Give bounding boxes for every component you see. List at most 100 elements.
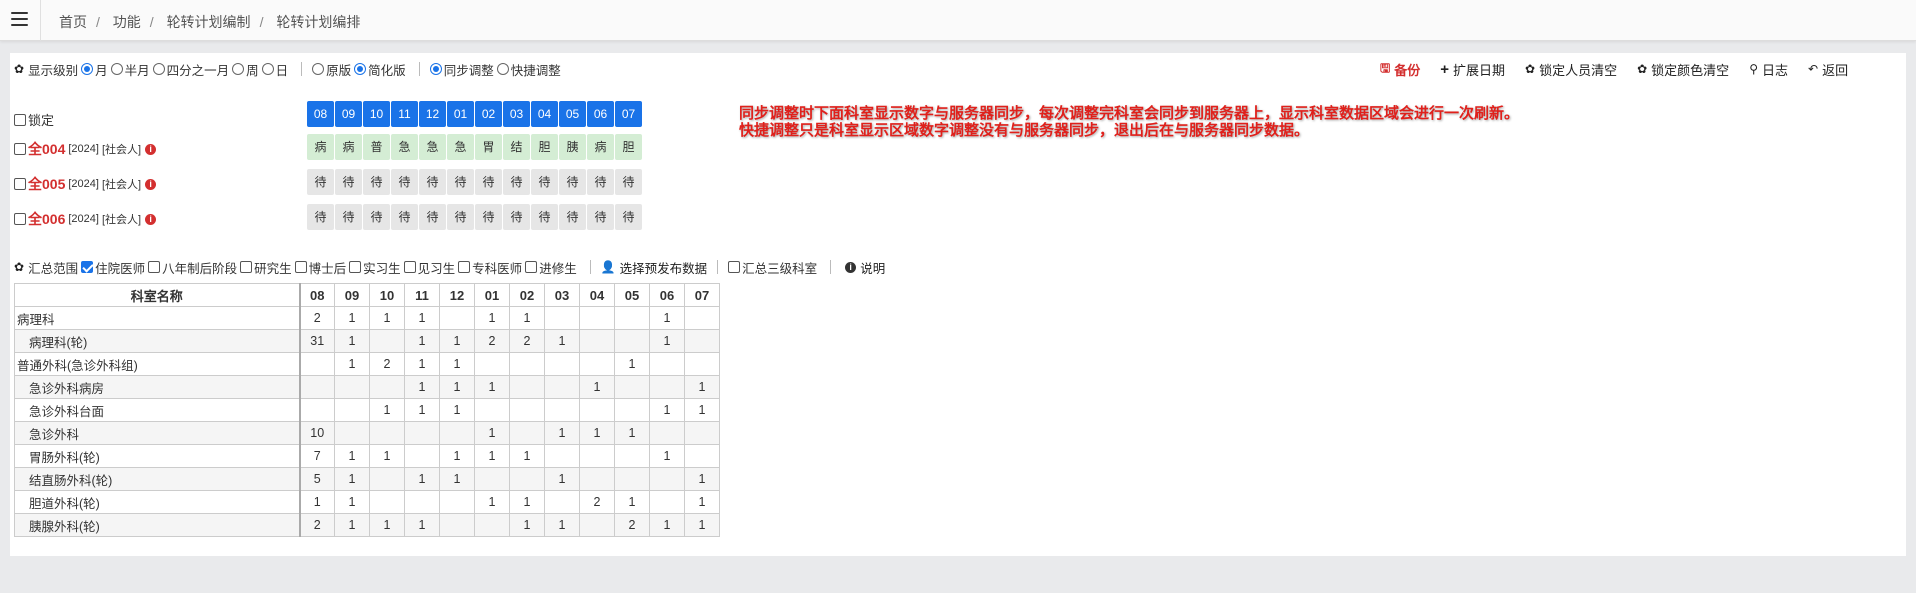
count-cell[interactable] — [369, 375, 405, 399]
count-cell[interactable] — [649, 352, 685, 376]
count-cell[interactable]: 1 — [439, 467, 475, 491]
count-cell[interactable]: 1 — [474, 375, 510, 399]
count-cell[interactable] — [334, 375, 370, 399]
count-cell[interactable] — [579, 467, 615, 491]
count-cell[interactable] — [439, 490, 475, 514]
schedule-cell[interactable]: 待 — [447, 169, 474, 195]
count-cell[interactable]: 1 — [369, 513, 405, 537]
count-cell[interactable] — [614, 329, 650, 353]
schedule-cell[interactable]: 待 — [559, 204, 586, 230]
hamburger-menu-icon[interactable] — [11, 12, 28, 26]
filter-checkbox-specialist[interactable] — [458, 261, 471, 273]
count-cell[interactable] — [649, 467, 685, 491]
schedule-cell[interactable]: 胆 — [531, 134, 558, 160]
count-cell[interactable]: 1 — [404, 352, 440, 376]
count-cell[interactable]: 1 — [509, 490, 545, 514]
schedule-cell[interactable]: 待 — [559, 169, 586, 195]
count-cell[interactable]: 1 — [334, 490, 370, 514]
count-cell[interactable] — [404, 421, 440, 445]
count-cell[interactable]: 1 — [439, 444, 475, 468]
schedule-cell[interactable]: 待 — [307, 204, 334, 230]
count-cell[interactable] — [544, 444, 580, 468]
count-cell[interactable]: 1 — [404, 306, 440, 330]
count-cell[interactable] — [509, 421, 545, 445]
count-cell[interactable] — [509, 467, 545, 491]
count-cell[interactable]: 1 — [614, 352, 650, 376]
person-checkbox[interactable] — [14, 213, 26, 225]
level3-checkbox[interactable] — [728, 261, 741, 273]
count-cell[interactable]: 1 — [439, 398, 475, 422]
count-cell[interactable]: 2 — [614, 513, 650, 537]
breadcrumb-function[interactable]: 功能 — [113, 14, 141, 30]
count-cell[interactable] — [579, 444, 615, 468]
count-cell[interactable] — [474, 398, 510, 422]
month-button[interactable]: 08 — [307, 101, 334, 127]
count-cell[interactable]: 1 — [334, 513, 370, 537]
count-cell[interactable] — [544, 352, 580, 376]
select-publish-button[interactable]: 👤 选择预发布数据 — [601, 258, 707, 277]
count-cell[interactable]: 1 — [299, 490, 335, 514]
person-id[interactable]: 全005 — [28, 174, 65, 194]
count-cell[interactable] — [684, 421, 720, 445]
count-cell[interactable] — [684, 444, 720, 468]
month-button[interactable]: 09 — [335, 101, 362, 127]
month-button[interactable]: 10 — [363, 101, 390, 127]
count-cell[interactable] — [614, 306, 650, 330]
count-cell[interactable] — [649, 421, 685, 445]
count-cell[interactable] — [614, 444, 650, 468]
schedule-cell[interactable]: 普 — [363, 134, 390, 160]
count-cell[interactable]: 1 — [544, 467, 580, 491]
count-cell[interactable]: 1 — [544, 513, 580, 537]
count-cell[interactable]: 7 — [299, 444, 335, 468]
count-cell[interactable] — [509, 352, 545, 376]
count-cell[interactable]: 1 — [649, 306, 685, 330]
month-button[interactable]: 12 — [419, 101, 446, 127]
count-cell[interactable]: 31 — [299, 329, 335, 353]
count-cell[interactable]: 5 — [299, 467, 335, 491]
count-cell[interactable]: 1 — [439, 329, 475, 353]
count-cell[interactable]: 10 — [299, 421, 335, 445]
count-cell[interactable] — [369, 421, 405, 445]
count-cell[interactable] — [509, 398, 545, 422]
count-cell[interactable] — [579, 398, 615, 422]
filter-checkbox-8year[interactable] — [148, 261, 161, 273]
count-cell[interactable] — [649, 375, 685, 399]
schedule-cell[interactable]: 待 — [503, 169, 530, 195]
filter-checkbox-visiting[interactable] — [525, 261, 538, 273]
month-button[interactable]: 03 — [503, 101, 530, 127]
count-cell[interactable]: 2 — [299, 306, 335, 330]
filter-checkbox-trainee[interactable] — [403, 261, 416, 273]
version-radio-simplified[interactable] — [354, 63, 367, 75]
explain-button[interactable]: i 说明 — [841, 258, 885, 277]
schedule-cell[interactable]: 病 — [335, 134, 362, 160]
schedule-cell[interactable]: 待 — [335, 204, 362, 230]
count-cell[interactable] — [684, 329, 720, 353]
schedule-cell[interactable]: 待 — [503, 204, 530, 230]
schedule-cell[interactable]: 待 — [363, 204, 390, 230]
count-cell[interactable]: 1 — [684, 490, 720, 514]
lock-checkbox[interactable] — [14, 113, 26, 126]
count-cell[interactable]: 1 — [404, 375, 440, 399]
month-button[interactable]: 02 — [475, 101, 502, 127]
count-cell[interactable]: 1 — [404, 398, 440, 422]
schedule-cell[interactable]: 胆 — [615, 134, 642, 160]
month-button[interactable]: 06 — [587, 101, 614, 127]
count-cell[interactable]: 1 — [334, 306, 370, 330]
month-button[interactable]: 04 — [531, 101, 558, 127]
schedule-cell[interactable]: 待 — [419, 169, 446, 195]
count-cell[interactable]: 1 — [684, 467, 720, 491]
count-cell[interactable]: 1 — [404, 329, 440, 353]
count-cell[interactable]: 2 — [474, 329, 510, 353]
count-cell[interactable]: 1 — [369, 444, 405, 468]
filter-checkbox-intern[interactable] — [349, 261, 362, 273]
count-cell[interactable] — [579, 352, 615, 376]
schedule-cell[interactable]: 病 — [307, 134, 334, 160]
info-icon[interactable]: i — [145, 143, 157, 155]
schedule-cell[interactable]: 待 — [335, 169, 362, 195]
filter-checkbox-postdoc[interactable] — [294, 261, 307, 273]
count-cell[interactable] — [334, 398, 370, 422]
count-cell[interactable] — [334, 421, 370, 445]
schedule-cell[interactable]: 待 — [475, 204, 502, 230]
count-cell[interactable]: 1 — [439, 352, 475, 376]
count-cell[interactable] — [649, 490, 685, 514]
